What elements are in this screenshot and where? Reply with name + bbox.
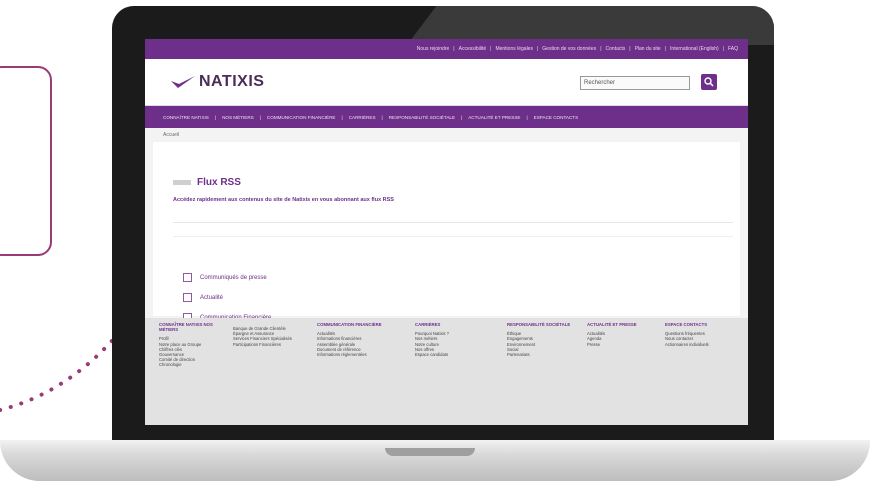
utility-link[interactable]: Gestion de vos données <box>542 46 596 52</box>
footer-heading: CARRIÈRES <box>415 322 441 327</box>
laptop-base <box>0 440 870 481</box>
footer-column: CARRIÈRES Pourquoi Natixis ? Nos métiers… <box>415 322 485 357</box>
nav-item[interactable]: CONNAÎTRE NATIXIS <box>163 115 209 120</box>
breadcrumb[interactable]: Accueil <box>145 128 748 142</box>
site-header: NATIXIS Rechercher <box>145 59 748 106</box>
intro-text: Accédez rapidement aux contenus du site … <box>173 197 394 203</box>
utility-link[interactable]: Accessibilité <box>459 46 487 52</box>
footer-column: Banque de Grande Clientèle Épargne et As… <box>233 322 303 347</box>
search-input[interactable]: Rechercher <box>580 76 690 90</box>
footer-column: COMMUNICATION FINANCIÈRE Actualités Info… <box>317 322 397 357</box>
rss-item-news[interactable]: Actualité <box>183 293 223 302</box>
laptop-notch <box>385 448 475 456</box>
nav-item[interactable]: ESPACE CONTACTS <box>534 115 579 120</box>
utility-link[interactable]: International (English) <box>670 46 719 52</box>
title-row: Flux RSS <box>173 177 241 188</box>
nav-item[interactable]: RESPONSABILITÉ SOCIÉTALE <box>389 115 455 120</box>
nav-item[interactable]: CARRIÈRES <box>349 115 376 120</box>
utility-link[interactable]: FAQ <box>728 46 738 52</box>
page-title: Flux RSS <box>197 177 241 188</box>
search-icon <box>704 77 714 87</box>
footer-heading: ACTUALITÉ ET PRESSE <box>587 322 637 327</box>
divider <box>173 236 733 237</box>
footer-link[interactable]: Chronologie <box>159 362 229 367</box>
search-button[interactable] <box>701 74 717 90</box>
footer-column: ACTUALITÉ ET PRESSE Actualités Agenda Pr… <box>587 322 657 347</box>
nav-item[interactable]: NOS MÉTIERS <box>222 115 254 120</box>
divider <box>173 222 733 223</box>
main-content: Flux RSS Accédez rapidement aux contenus… <box>153 142 740 322</box>
title-decoration <box>173 180 191 185</box>
footer-link[interactable]: Partenariats <box>507 352 577 357</box>
rss-item-press-releases[interactable]: Communiqués de presse <box>183 273 267 282</box>
nav-item[interactable]: COMMUNICATION FINANCIÈRE <box>267 115 336 120</box>
footer-link[interactable]: Presse <box>587 342 657 347</box>
rss-item-label: Communiqués de presse <box>200 274 267 281</box>
utility-link[interactable]: Mentions légales <box>495 46 533 52</box>
rss-item-label: Actualité <box>200 294 224 301</box>
browser-screen: Nous rejoindre | Accessibilité | Mentions … <box>145 39 748 425</box>
natixis-logo[interactable]: NATIXIS <box>171 73 264 91</box>
footer-heading: RESPONSABILITÉ SOCIÉTALE <box>507 322 571 327</box>
footer-link[interactable]: Actionnaires individuels <box>665 342 743 347</box>
utility-link[interactable]: Plan du site <box>635 46 661 52</box>
footer-heading: COMMUNICATION FINANCIÈRE <box>317 322 382 327</box>
footer-heading: CONNAÎTRE NATIXIS NOS MÉTIERS <box>159 322 213 333</box>
footer-link[interactable]: Informations réglementées <box>317 352 397 357</box>
logo-text: NATIXIS <box>199 73 265 90</box>
utility-bar: Nous rejoindre | Accessibilité | Mentions … <box>145 39 748 59</box>
rss-checkbox-icon <box>183 273 192 282</box>
main-navigation: CONNAÎTRE NATIXIS | NOS MÉTIERS | COMMUNIC… <box>145 106 748 128</box>
footer-column: ESPACE CONTACTS Questions fréquentes Nou… <box>665 322 743 347</box>
footer-link[interactable]: Espace candidats <box>415 352 485 357</box>
logo-swoosh-icon <box>171 76 195 88</box>
footer-heading: ESPACE CONTACTS <box>665 322 708 327</box>
utility-link[interactable]: Nous rejoindre <box>417 46 450 52</box>
footer-link[interactable]: Participations Financières <box>233 342 303 347</box>
utility-link[interactable]: Contacts <box>606 46 626 52</box>
rss-checkbox-icon <box>183 293 192 302</box>
nav-item[interactable]: ACTUALITÉ ET PRESSE <box>468 115 520 120</box>
callout-box <box>0 66 52 256</box>
footer-column: RESPONSABILITÉ SOCIÉTALE Éthique Engagem… <box>507 322 577 357</box>
footer-column: CONNAÎTRE NATIXIS NOS MÉTIERS Profil Not… <box>159 322 229 368</box>
site-footer: CONNAÎTRE NATIXIS NOS MÉTIERS Profil Not… <box>145 318 748 425</box>
